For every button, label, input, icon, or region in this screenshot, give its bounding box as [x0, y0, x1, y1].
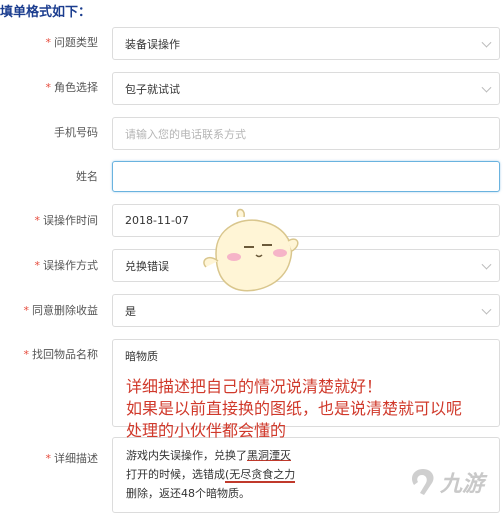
issue-type-value: 装备误操作	[125, 37, 180, 51]
chevron-down-icon	[481, 304, 492, 315]
time-input[interactable]: 2018-11-07	[112, 204, 500, 237]
mascot-icon	[203, 208, 299, 292]
agree-label: * 同意删除收益	[23, 304, 99, 317]
annotation-line-3: 处理的小伙伴都会懂的	[126, 421, 287, 440]
phone-placeholder: 请输入您的电话联系方式	[125, 127, 246, 141]
item-label: * 找回物品名称	[23, 348, 99, 361]
annotation-line-2: 如果是以前直接换的图纸，也是说清楚就可以呢	[126, 399, 463, 418]
chevron-down-icon	[481, 37, 492, 48]
detail-line-1: 游戏内失误操作，兑换了黑洞湮灭	[126, 449, 291, 462]
phone-input[interactable]: 请输入您的电话联系方式	[112, 117, 500, 150]
name-label: 姓名	[76, 170, 98, 183]
chevron-down-icon	[481, 259, 492, 270]
role-label: * 角色选择	[45, 81, 99, 94]
instruction-annotation: 详细描述把自己的情况说清楚就好！ 如果是以前直接换的图纸，也是说清楚就可以呢 处…	[126, 376, 503, 442]
jiuyou-logo: 九游	[408, 466, 484, 498]
method-value: 兑换错误	[125, 259, 169, 273]
time-value: 2018-11-07	[125, 214, 189, 227]
time-label: * 误操作时间	[34, 214, 99, 227]
agree-value: 是	[125, 304, 136, 318]
page-heading: 填单格式如下：	[0, 5, 92, 20]
issue-type-label: * 问题类型	[45, 36, 99, 49]
phone-label: 手机号码	[54, 126, 98, 139]
name-input[interactable]	[112, 161, 500, 192]
detail-label: * 详细描述	[45, 452, 99, 465]
issue-type-select[interactable]: 装备误操作	[112, 27, 500, 60]
method-label: * 误操作方式	[34, 259, 99, 272]
chevron-down-icon	[481, 82, 492, 93]
agree-select[interactable]: 是	[112, 294, 500, 327]
role-value: 包子就试试	[125, 82, 180, 96]
annotation-line-1: 详细描述把自己的情况说清楚就好！	[126, 377, 383, 396]
jiuyou-logo-icon	[412, 469, 434, 495]
jiuyou-logo-text: 九游	[440, 472, 485, 497]
role-select[interactable]: 包子就试试	[112, 72, 500, 105]
method-select[interactable]: 兑换错误	[112, 249, 500, 282]
item-value: 暗物质	[125, 350, 158, 363]
